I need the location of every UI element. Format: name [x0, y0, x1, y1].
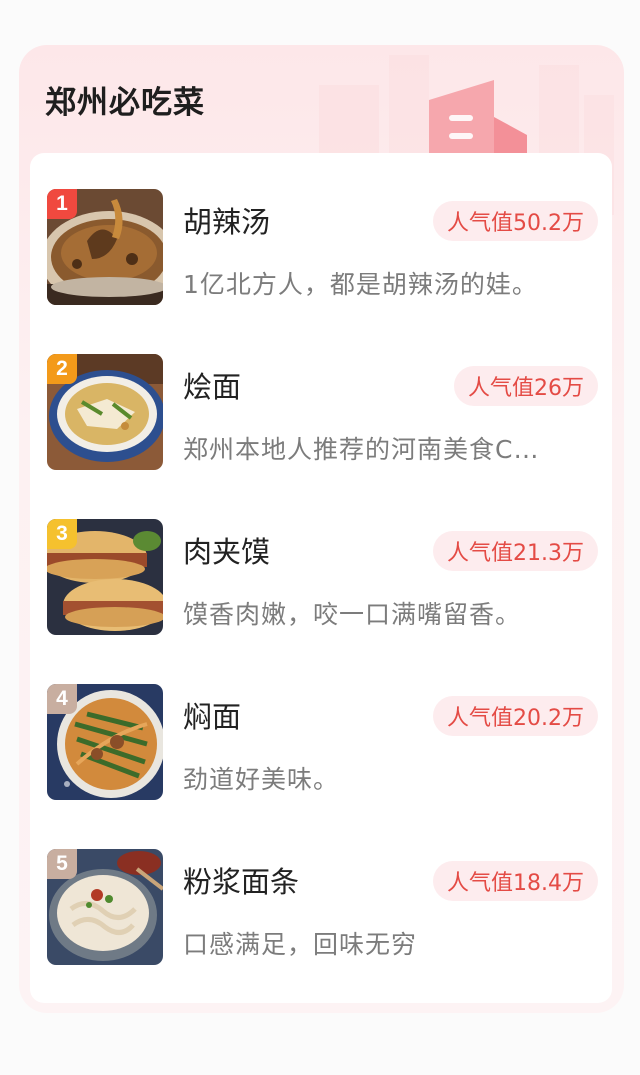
dish-description: 1亿北方人，都是胡辣汤的娃。: [183, 270, 538, 299]
dish-description: 馍香肉嫩，咬一口满嘴留香。: [183, 600, 522, 629]
dish-image: 4: [47, 684, 163, 800]
dish-description: 郑州本地人推荐的河南美食C…: [183, 435, 540, 464]
rank-badge: 2: [47, 354, 77, 384]
list-item[interactable]: 3 肉夹馍 人气值21.3万 馍香肉嫩，咬一口满嘴留香。: [30, 519, 612, 639]
page-title: 郑州必吃菜: [45, 85, 205, 121]
popularity-badge: 人气值20.2万: [433, 696, 598, 736]
popularity-badge: 人气值21.3万: [433, 531, 598, 571]
popularity-badge: 人气值18.4万: [433, 861, 598, 901]
list-item[interactable]: 2 烩面 人气值26万 郑州本地人推荐的河南美食C…: [30, 354, 612, 474]
popularity-badge: 人气值26万: [454, 366, 598, 406]
rank-badge: 5: [47, 849, 77, 879]
dish-name: 烩面: [183, 370, 242, 404]
dish-description: 劲道好美味。: [183, 765, 340, 794]
rank-badge: 3: [47, 519, 77, 549]
dish-name: 焖面: [183, 700, 242, 734]
dish-image: 1: [47, 189, 163, 305]
list-item[interactable]: 5 粉浆面条 人气值18.4万 口感满足，回味无穷: [30, 849, 612, 969]
rank-badge: 1: [47, 189, 77, 219]
dish-name: 粉浆面条: [183, 865, 300, 899]
dish-description: 口感满足，回味无穷: [183, 930, 418, 959]
dish-name: 胡辣汤: [183, 205, 271, 239]
dish-image: 2: [47, 354, 163, 470]
dish-list: 1 胡辣汤 人气值50.2万 1亿北方人，都是胡辣汤的娃。 2 烩面 人气值26…: [30, 153, 612, 1003]
must-eat-card: 郑州必吃菜 1 胡辣汤 人气值50.2万 1亿北方人，都是胡辣汤的娃。 2 烩面…: [19, 45, 624, 1013]
rank-badge: 4: [47, 684, 77, 714]
list-item[interactable]: 4 焖面 人气值20.2万 劲道好美味。: [30, 684, 612, 804]
popularity-badge: 人气值50.2万: [433, 201, 598, 241]
list-item[interactable]: 1 胡辣汤 人气值50.2万 1亿北方人，都是胡辣汤的娃。: [30, 189, 612, 309]
dish-image: 3: [47, 519, 163, 635]
dish-name: 肉夹馍: [183, 535, 271, 569]
dish-image: 5: [47, 849, 163, 965]
